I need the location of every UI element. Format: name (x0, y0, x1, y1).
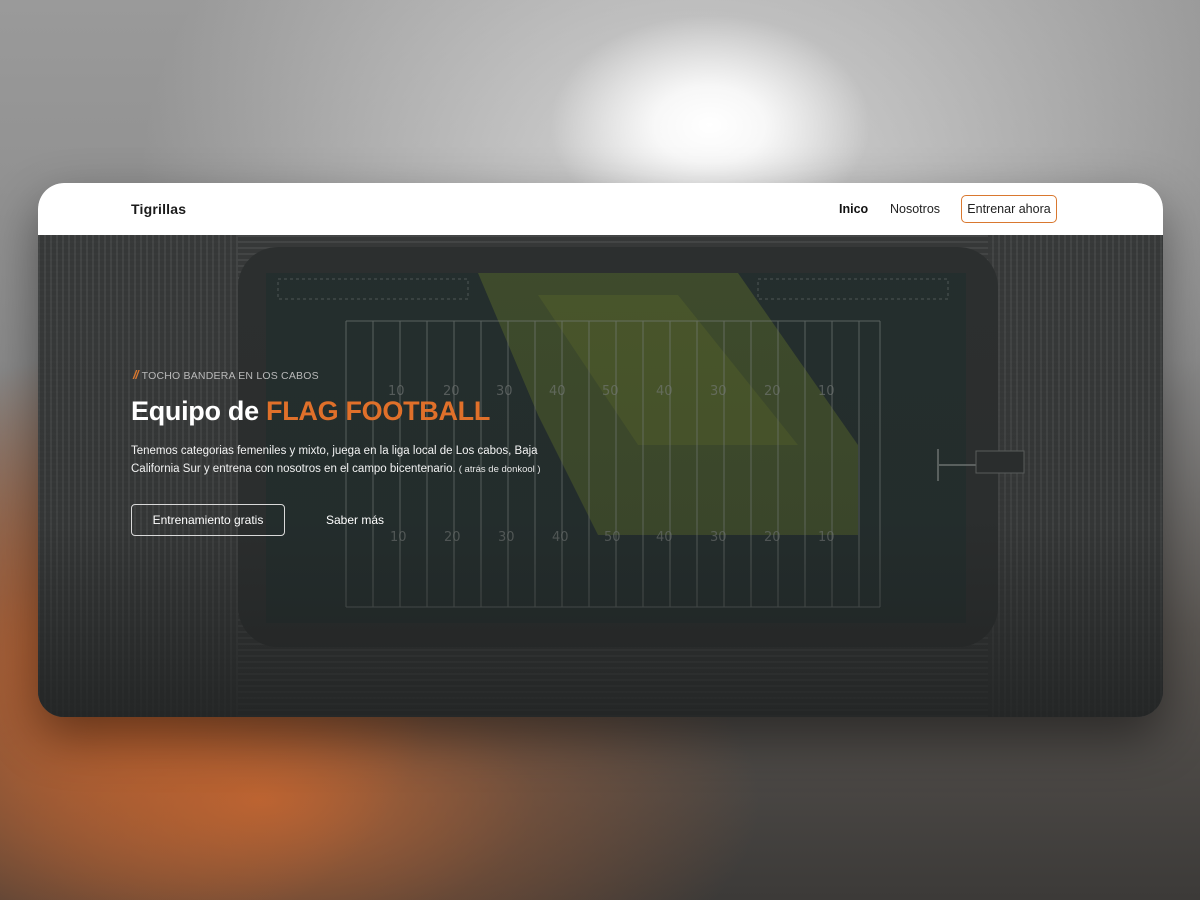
hero-section: 10 20 30 40 50 40 30 20 10 10 20 30 40 5… (38, 235, 1163, 717)
train-now-button[interactable]: Entrenar ahora (961, 195, 1057, 223)
free-training-button[interactable]: Entrenamiento gratis (131, 504, 285, 536)
navbar: Tigrillas Inico Nosotros Entrenar ahora (38, 183, 1163, 235)
description-note: ( atrás de donkool ) (458, 464, 541, 475)
hero-description: Tenemos categorias femeniles y mixto, ju… (131, 442, 551, 479)
browser-card: Tigrillas Inico Nosotros Entrenar ahora (38, 183, 1163, 717)
hero-headline: Equipo de FLAG FOOTBALL (131, 396, 490, 427)
eyebrow-text: TOCHO BANDERA EN LOS CABOS (141, 370, 319, 382)
slash-icon: // (133, 368, 139, 382)
nav-link-home[interactable]: Inico (839, 202, 868, 216)
hero-eyebrow: //TOCHO BANDERA EN LOS CABOS (133, 368, 319, 382)
nav-link-about[interactable]: Nosotros (890, 202, 940, 216)
learn-more-link[interactable]: Saber más (326, 513, 384, 527)
headline-accent: FLAG FOOTBALL (266, 396, 491, 426)
headline-prefix: Equipo de (131, 396, 266, 426)
brand-logo[interactable]: Tigrillas (131, 201, 186, 217)
